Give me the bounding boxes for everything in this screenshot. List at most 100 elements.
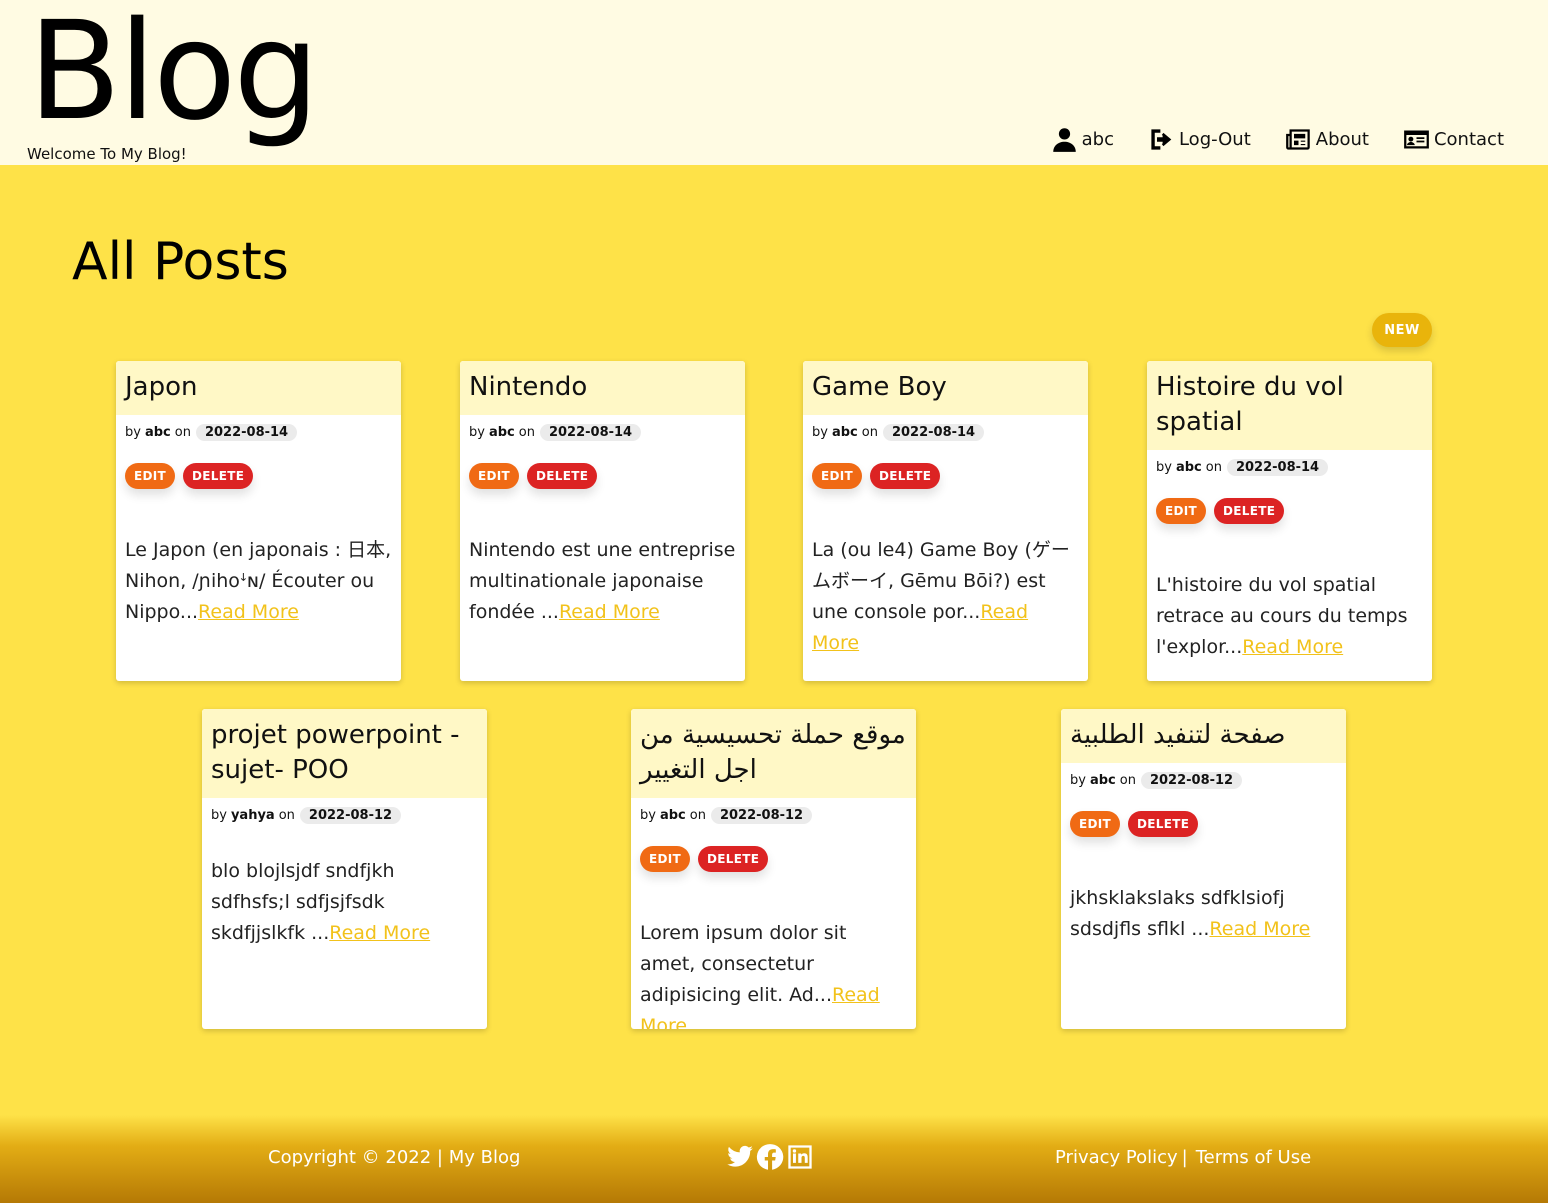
read-more-link[interactable]: Read More: [559, 601, 660, 623]
post-title[interactable]: Japon: [116, 361, 401, 415]
edit-button[interactable]: EDIT: [812, 463, 863, 489]
twitter-icon[interactable]: [726, 1143, 754, 1171]
user-icon: [1052, 128, 1076, 152]
terms-of-use-link[interactable]: Terms of Use: [1196, 1147, 1311, 1168]
post-date: 2022-08-14: [882, 423, 985, 441]
post-author: yahya: [230, 807, 275, 823]
post-meta: by abc on 2022-08-14: [1147, 450, 1432, 476]
post-excerpt: blo blojlsjdf sndfjkh sdfhsfs;l sdfjsjfs…: [202, 856, 487, 949]
read-more-link[interactable]: Read More: [329, 922, 430, 944]
post-excerpt: jkhsklakslaks sdfklsiofj sdsdjfls sflkl …: [1061, 883, 1346, 945]
nav-item-contact[interactable]: Contact: [1403, 126, 1504, 153]
by-label: by: [1156, 459, 1172, 475]
post-date: 2022-08-12: [710, 806, 813, 824]
delete-button[interactable]: DELETE: [698, 846, 769, 872]
post-actions: EDIT DELETE: [1147, 476, 1432, 524]
legal-links: Privacy Policy | Terms of Use: [1055, 1147, 1311, 1168]
delete-button[interactable]: DELETE: [1128, 811, 1199, 837]
post-meta: by abc on 2022-08-14: [803, 415, 1088, 441]
post-excerpt: La (ou le4) Game Boy (ゲームボーイ, Gēmu Bōi?)…: [803, 535, 1088, 659]
edit-button[interactable]: EDIT: [1156, 498, 1207, 524]
delete-button[interactable]: DELETE: [870, 463, 941, 489]
post-meta: by abc on 2022-08-12: [631, 798, 916, 824]
nav-item-label: abc: [1081, 129, 1114, 150]
post-card: موقع حملة تحسيسية من اجل التغيير by abc on 2…: [631, 709, 916, 1029]
page-title: All Posts: [72, 232, 289, 292]
post-card: Japon by abc on 2022-08-14 EDIT DELETE Le Japon…: [116, 361, 401, 681]
by-label: by: [812, 424, 828, 440]
post-card: صفحة لتنفيد الطلبية by abc on 2022-08-12 EDIT…: [1061, 709, 1346, 1029]
new-badge: NEW: [1372, 313, 1432, 347]
edit-button[interactable]: EDIT: [125, 463, 176, 489]
post-meta: by abc on 2022-08-14: [460, 415, 745, 441]
social-links: [726, 1143, 816, 1171]
post-date: 2022-08-14: [1226, 458, 1329, 476]
by-label: by: [640, 807, 656, 823]
read-more-link[interactable]: Read More: [1209, 918, 1310, 940]
on-label: on: [174, 424, 191, 440]
delete-button[interactable]: DELETE: [1214, 498, 1285, 524]
by-label: by: [125, 424, 141, 440]
nav-item-logout[interactable]: Log-Out: [1148, 126, 1251, 153]
on-label: on: [861, 424, 878, 440]
post-excerpt: L'histoire du vol spatial retrace au cou…: [1147, 570, 1432, 663]
copyright-text: Copyright © 2022 | My Blog: [268, 1147, 521, 1168]
post-author: abc: [1089, 772, 1116, 788]
post-date: 2022-08-12: [299, 806, 402, 824]
post-card: Nintendo by abc on 2022-08-14 EDIT DELETE Ninte…: [460, 361, 745, 681]
nav-item-label: Contact: [1433, 129, 1504, 150]
nav-item-label: About: [1315, 129, 1369, 150]
post-meta: by yahya on 2022-08-12: [202, 798, 487, 824]
post-card: Game Boy by abc on 2022-08-14 EDIT DELETE La (o…: [803, 361, 1088, 681]
post-actions: EDIT DELETE: [1061, 789, 1346, 837]
excerpt-text: Lorem ipsum dolor sit amet, consectetur …: [640, 922, 847, 1006]
legal-separator: |: [1181, 1147, 1188, 1168]
post-date: 2022-08-12: [1140, 771, 1243, 789]
post-title[interactable]: Histoire du vol spatial: [1147, 361, 1432, 450]
post-author: abc: [1175, 459, 1202, 475]
post-author: abc: [659, 807, 686, 823]
read-more-link[interactable]: Read More: [198, 601, 299, 623]
post-author: abc: [144, 424, 171, 440]
facebook-icon[interactable]: [756, 1143, 784, 1171]
edit-button[interactable]: EDIT: [469, 463, 520, 489]
post-title[interactable]: Game Boy: [803, 361, 1088, 415]
delete-button[interactable]: DELETE: [527, 463, 598, 489]
on-label: on: [1119, 772, 1136, 788]
by-label: by: [469, 424, 485, 440]
post-title[interactable]: موقع حملة تحسيسية من اجل التغيير: [631, 709, 916, 798]
site-footer: Copyright © 2022 | My Blog Privacy Polic…: [0, 1115, 1548, 1203]
linkedin-icon[interactable]: [786, 1143, 814, 1171]
site-title[interactable]: Blog: [28, 0, 320, 148]
read-more-link[interactable]: Read More: [1242, 636, 1343, 658]
post-excerpt: Le Japon (en japonais : 日本, Nihon, /ɲiho…: [116, 535, 401, 628]
site-tagline: Welcome To My Blog!: [27, 145, 187, 163]
privacy-policy-link[interactable]: Privacy Policy: [1055, 1147, 1178, 1168]
delete-button[interactable]: DELETE: [183, 463, 254, 489]
post-author: abc: [831, 424, 858, 440]
post-excerpt: Lorem ipsum dolor sit amet, consectetur …: [631, 918, 916, 1029]
post-actions: EDIT DELETE: [116, 441, 401, 489]
main-nav: abc Log-Out About Contact: [1017, 126, 1504, 153]
post-actions: EDIT DELETE: [631, 824, 916, 872]
post-title[interactable]: projet powerpoint - sujet- POO: [202, 709, 487, 798]
post-date: 2022-08-14: [539, 423, 642, 441]
on-label: on: [518, 424, 535, 440]
post-actions: EDIT DELETE: [803, 441, 1088, 489]
post-date: 2022-08-14: [195, 423, 298, 441]
excerpt-text: La (ou le4) Game Boy (ゲームボーイ, Gēmu Bōi?)…: [812, 539, 1070, 623]
post-actions: EDIT DELETE: [460, 441, 745, 489]
nav-item-about[interactable]: About: [1285, 126, 1369, 153]
post-excerpt: Nintendo est une entreprise multinationa…: [460, 535, 745, 628]
edit-button[interactable]: EDIT: [1070, 811, 1121, 837]
post-title[interactable]: صفحة لتنفيد الطلبية: [1061, 709, 1346, 763]
nav-item-label: Log-Out: [1178, 129, 1251, 150]
nav-item-user[interactable]: abc: [1051, 126, 1114, 153]
post-title[interactable]: Nintendo: [460, 361, 745, 415]
edit-button[interactable]: EDIT: [640, 846, 691, 872]
on-label: on: [1205, 459, 1222, 475]
by-label: by: [211, 807, 227, 823]
post-card: projet powerpoint - sujet- POO by yahya on 2…: [202, 709, 487, 1029]
on-label: on: [278, 807, 295, 823]
post-meta: by abc on 2022-08-14: [116, 415, 401, 441]
